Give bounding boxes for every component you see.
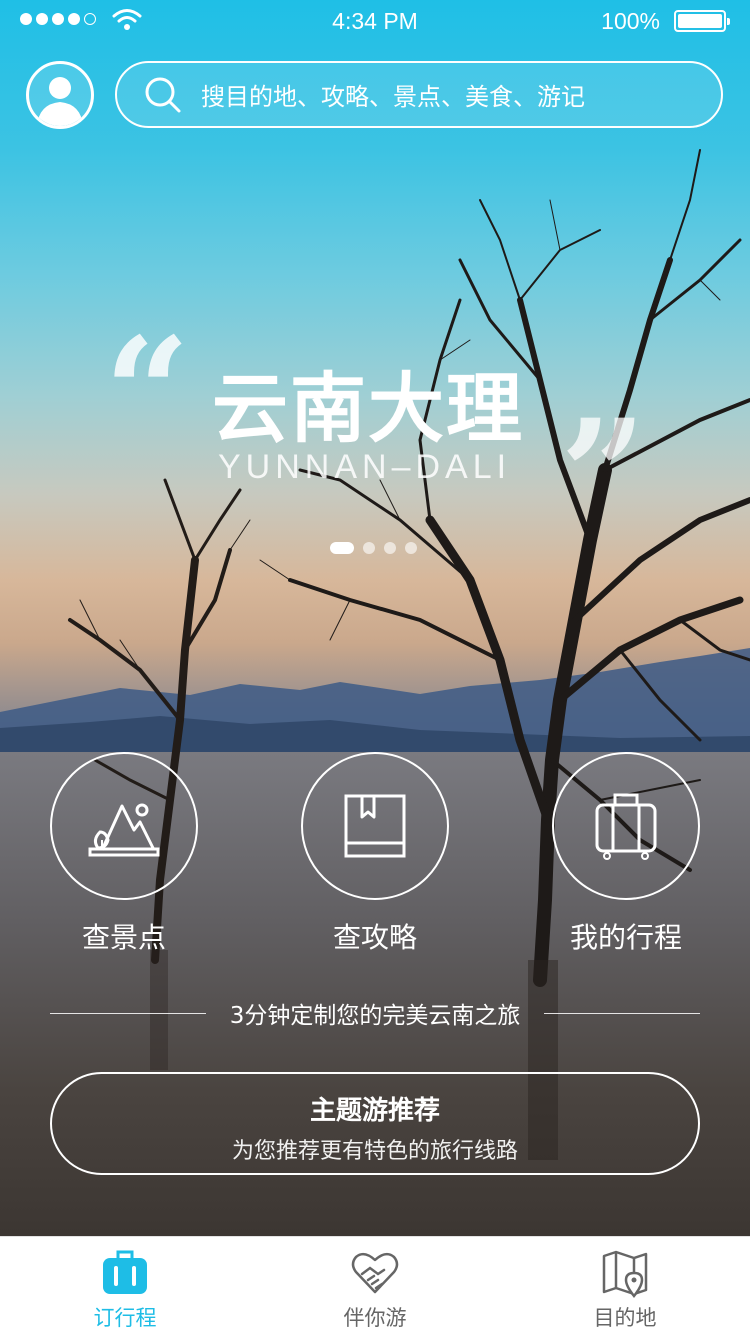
- quick-action-label: 查攻略: [332, 921, 417, 954]
- quick-action-label: 我的行程: [569, 921, 682, 954]
- open-quote-mark: “: [104, 305, 191, 481]
- theme-tour-title: 主题游推荐: [309, 1096, 440, 1126]
- book-icon: [344, 794, 406, 858]
- background-photo: [0, 0, 750, 1236]
- carousel-dot-1[interactable]: [330, 542, 354, 554]
- tagline-divider: 3分钟定制您的完美云南之旅: [50, 996, 701, 1030]
- tab-destinations[interactable]: 目的地: [500, 1237, 750, 1334]
- user-avatar-icon: [37, 77, 83, 126]
- tab-label: 目的地: [593, 1306, 657, 1330]
- tab-companion-tour[interactable]: 伴你游: [250, 1237, 500, 1334]
- tab-book-trip[interactable]: 订行程: [0, 1237, 250, 1334]
- hero-title: 云南大理: [212, 364, 524, 453]
- heart-handshake-icon: [351, 1252, 399, 1294]
- theme-tour-button[interactable]: 主题游推荐 为您推荐更有特色的旅行线路: [50, 1072, 700, 1175]
- divider-line-left: [50, 1012, 206, 1014]
- search-bar[interactable]: 搜目的地、攻略、景点、美食、游记: [115, 61, 723, 128]
- carousel-dot-4[interactable]: [405, 542, 417, 554]
- quick-action-circle[interactable]: [552, 752, 700, 900]
- quick-action-label: 查景点: [81, 921, 166, 954]
- quick-action-my-trips[interactable]: 我的行程: [552, 752, 700, 956]
- tab-label: 伴你游: [343, 1306, 407, 1330]
- quick-action-circle[interactable]: [50, 752, 198, 900]
- battery-icon: [674, 10, 730, 32]
- battery-percentage: 100%: [601, 8, 660, 34]
- luggage-icon: [595, 793, 657, 860]
- landscape-icon: [88, 803, 160, 857]
- map-pin-icon: [602, 1250, 648, 1298]
- hero-subtitle: YUNNAN–DALI: [218, 448, 512, 486]
- carousel-indicator[interactable]: [330, 542, 417, 554]
- close-quote-mark: ”: [560, 387, 647, 563]
- tab-bar: 订行程 伴你游 目的地: [0, 1236, 750, 1334]
- divider-line-right: [544, 1012, 701, 1014]
- theme-tour-subtitle: 为您推荐更有特色的旅行线路: [231, 1139, 518, 1164]
- suitcase-icon: [103, 1250, 147, 1294]
- tagline-text: 3分钟定制您的完美云南之旅: [229, 1003, 521, 1029]
- user-avatar-button[interactable]: [26, 61, 94, 129]
- status-bar: 4:34 PM 100%: [0, 0, 750, 40]
- tab-label: 订行程: [93, 1306, 157, 1330]
- search-placeholder: 搜目的地、攻略、景点、美食、游记: [201, 83, 585, 111]
- quick-action-scenic-spots[interactable]: 查景点: [50, 752, 198, 956]
- quick-action-circle[interactable]: [301, 752, 449, 900]
- carousel-dot-3[interactable]: [384, 542, 396, 554]
- carousel-dot-2[interactable]: [363, 542, 375, 554]
- search-icon: [145, 77, 181, 112]
- quick-action-guides[interactable]: 查攻略: [301, 752, 449, 956]
